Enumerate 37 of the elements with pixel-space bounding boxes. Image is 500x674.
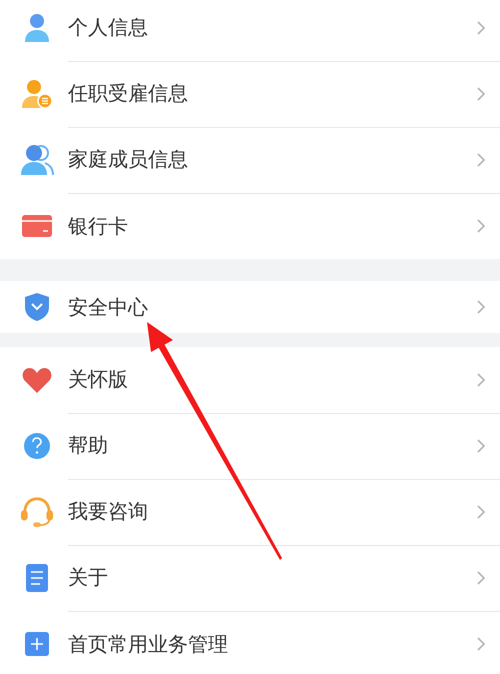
menu-item[interactable]: 首页常用业务管理: [0, 611, 500, 669]
shield-icon: [24, 292, 50, 322]
menu-label: 帮助: [68, 432, 109, 459]
menu-label: 银行卡: [68, 212, 129, 240]
document-icon: [26, 564, 48, 592]
chevron-icon: [476, 218, 486, 234]
menu-label: 任职受雇信息: [68, 80, 189, 107]
person-icon: [23, 13, 51, 43]
menu-label: 个人信息: [68, 14, 149, 41]
people-icon: [20, 144, 54, 176]
menu-item[interactable]: 银行卡: [0, 193, 500, 259]
chevron-icon: [476, 636, 486, 652]
heart-icon: [22, 366, 52, 394]
card-icon: [22, 215, 52, 237]
menu-label: 关于: [68, 564, 109, 591]
menu-label: 我要咨询: [68, 498, 149, 525]
chevron-icon: [476, 299, 486, 315]
menu-label: 家庭成员信息: [68, 146, 189, 173]
chevron-icon: [476, 20, 486, 36]
chevron-icon: [476, 438, 486, 454]
headset-icon: [20, 495, 54, 529]
plus-icon: [25, 632, 49, 656]
menu-item[interactable]: 关于: [0, 545, 500, 611]
person-badge-icon: [21, 79, 53, 109]
chevron-icon: [476, 504, 486, 520]
menu-label: 安全中心: [68, 294, 149, 320]
menu-label: 关怀版: [68, 366, 129, 393]
help-icon: [23, 432, 51, 460]
menu-item[interactable]: 任职受雇信息: [0, 61, 500, 127]
menu-item[interactable]: 家庭成员信息: [0, 127, 500, 193]
menu-item[interactable]: 个人信息: [0, 0, 500, 61]
menu-item[interactable]: 安全中心: [0, 281, 500, 333]
chevron-icon: [476, 86, 486, 102]
menu-label: 首页常用业务管理: [68, 630, 229, 658]
chevron-icon: [476, 152, 486, 168]
chevron-icon: [476, 570, 486, 586]
chevron-icon: [476, 372, 486, 388]
